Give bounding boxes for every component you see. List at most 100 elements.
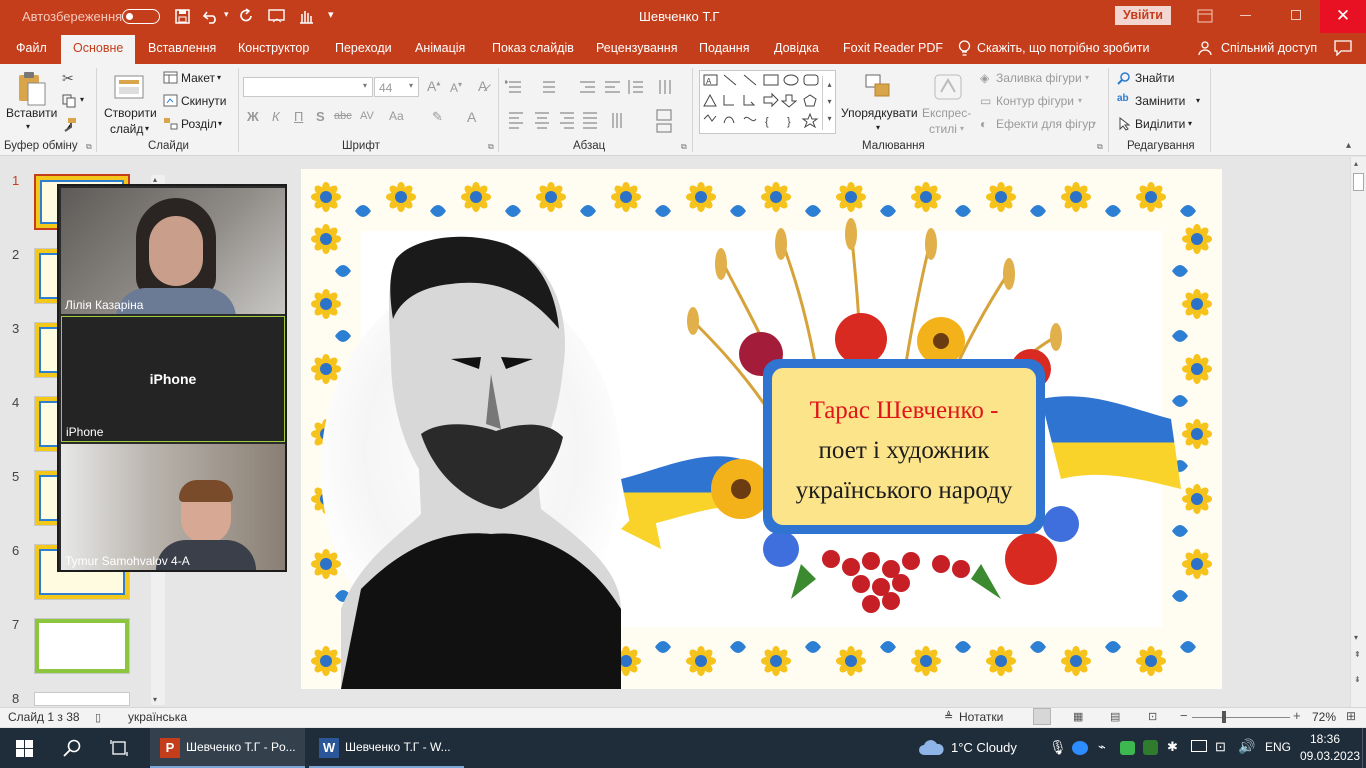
paste-label[interactable]: Вставити: [6, 106, 57, 120]
change-case-button[interactable]: Aa: [389, 109, 404, 123]
scroll-down-icon[interactable]: ▾: [1354, 633, 1358, 642]
clock-date[interactable]: 09.03.2023: [1300, 749, 1360, 763]
cut-icon[interactable]: ✂: [62, 70, 74, 87]
taskbar-app-powerpoint[interactable]: P Шевченко Т.Г - Po...: [150, 728, 305, 768]
task-view-icon[interactable]: [110, 739, 128, 757]
zoom-app-icon[interactable]: [1072, 741, 1088, 755]
save-icon[interactable]: [175, 9, 190, 24]
text-shadow-button[interactable]: S: [316, 109, 325, 124]
replace-dropdown-icon[interactable]: ▾: [1196, 96, 1200, 105]
shape-effects-dropdown-icon[interactable]: ▾: [1092, 119, 1096, 128]
normal-view-button[interactable]: [1033, 708, 1051, 725]
slideshow-button[interactable]: ⊡: [1148, 710, 1157, 723]
tab-help[interactable]: Довідка: [774, 41, 819, 55]
shape-outline-dropdown-icon[interactable]: ▾: [1078, 96, 1082, 105]
layout-button[interactable]: Макет: [181, 71, 215, 85]
quick-styles-label[interactable]: Експрес-: [922, 106, 971, 120]
new-slide-icon[interactable]: [113, 70, 145, 102]
select-button[interactable]: Виділити: [1135, 117, 1185, 131]
tab-file[interactable]: Файл: [16, 41, 47, 55]
shape-effects-button[interactable]: Ефекти для фігур: [996, 117, 1095, 131]
minimize-button[interactable]: [1240, 15, 1251, 16]
weather-cloud-icon[interactable]: [918, 739, 944, 757]
volume-icon[interactable]: 🔊: [1238, 738, 1255, 755]
arrange-icon[interactable]: [863, 72, 895, 102]
video-tile[interactable]: Лілія Казаріна: [61, 188, 285, 314]
arrange-label[interactable]: Упорядкувати: [841, 106, 918, 120]
arrange-dropdown-icon[interactable]: ▾: [876, 123, 880, 132]
paragraph-controls[interactable]: [505, 78, 685, 138]
new-slide-dropdown-icon[interactable]: ▾: [145, 124, 149, 133]
font-color-icon[interactable]: A: [467, 109, 476, 125]
new-slide-label[interactable]: Створити: [104, 106, 157, 120]
next-slide-icon[interactable]: ⇟: [1354, 675, 1361, 684]
char-spacing-button[interactable]: AV: [360, 110, 374, 122]
tell-me-search[interactable]: Скажіть, що потрібно зробити: [977, 41, 1150, 55]
replace-button[interactable]: Замінити: [1135, 94, 1185, 108]
copy-icon[interactable]: [62, 94, 76, 108]
scroll-down-icon[interactable]: ▾: [153, 695, 157, 704]
shapes-gallery-scroll[interactable]: ▴ ▾ ▾: [822, 76, 836, 130]
network-icon[interactable]: ⊡: [1215, 739, 1226, 755]
tab-slideshow[interactable]: Показ слайдів: [492, 41, 574, 55]
zoom-slider-thumb[interactable]: [1222, 711, 1226, 723]
tab-insert[interactable]: Вставлення: [148, 41, 216, 55]
grow-font-icon[interactable]: A▴: [427, 78, 440, 94]
find-button[interactable]: Знайти: [1135, 71, 1174, 85]
redo-icon[interactable]: [238, 8, 254, 24]
layout-dropdown-icon[interactable]: ▾: [217, 73, 221, 82]
clear-formatting-icon[interactable]: A̷: [478, 78, 487, 94]
drawing-launcher-icon[interactable]: ⧉: [1097, 142, 1103, 152]
font-size-input[interactable]: 44 ▾: [374, 77, 419, 97]
highlight-icon[interactable]: ✎: [432, 109, 443, 125]
signin-button[interactable]: Увійти: [1115, 6, 1171, 25]
taskbar-app-word[interactable]: W Шевченко Т.Г - W...: [309, 728, 464, 768]
copy-dropdown-icon[interactable]: ▾: [80, 95, 84, 104]
slide-canvas[interactable]: Тарас Шевченко - поет і художник українс…: [301, 169, 1222, 689]
microphone-icon[interactable]: 🎙: [1049, 739, 1067, 756]
zoom-out-button[interactable]: −: [1180, 708, 1188, 723]
scroll-thumb[interactable]: [1353, 173, 1364, 191]
paste-dropdown-icon[interactable]: ▾: [26, 122, 30, 131]
slide-sorter-button[interactable]: ▦: [1073, 710, 1083, 723]
clipboard-launcher-icon[interactable]: ⧉: [86, 142, 92, 152]
tab-transitions[interactable]: Переходи: [335, 41, 392, 55]
restore-button[interactable]: [1291, 10, 1301, 20]
customize-qat-icon[interactable]: ▾: [328, 8, 334, 21]
paste-icon[interactable]: [16, 70, 48, 108]
scroll-up-icon[interactable]: ▴: [1354, 159, 1358, 168]
slide-thumbnail-7[interactable]: [34, 618, 130, 674]
share-button[interactable]: Спільний доступ: [1221, 41, 1317, 55]
zoom-in-button[interactable]: +: [1293, 708, 1301, 723]
fit-to-window-icon[interactable]: ⊞: [1346, 709, 1356, 723]
shape-fill-dropdown-icon[interactable]: ▾: [1085, 73, 1089, 82]
shape-outline-button[interactable]: Контур фігури: [996, 94, 1074, 108]
display-icon[interactable]: [1191, 740, 1207, 752]
video-tile[interactable]: iPhone iPhone: [61, 316, 285, 442]
touch-mode-icon[interactable]: [297, 8, 315, 25]
zoom-slider[interactable]: [1192, 717, 1290, 718]
tab-animations[interactable]: Анімація: [415, 41, 465, 55]
slide-thumbnail-8[interactable]: [34, 692, 130, 706]
tab-view[interactable]: Подання: [699, 41, 749, 55]
security-tray-icon[interactable]: [1143, 740, 1158, 755]
weather-text[interactable]: 1°C Cloudy: [951, 740, 1017, 755]
clock-time[interactable]: 18:36: [1310, 732, 1340, 746]
undo-icon[interactable]: [203, 9, 219, 24]
show-desktop-button[interactable]: [1362, 728, 1366, 768]
input-language[interactable]: ENG: [1265, 740, 1291, 754]
undo-dropdown-icon[interactable]: ▾: [224, 9, 229, 20]
previous-slide-icon[interactable]: ⇞: [1354, 650, 1361, 659]
bluetooth-icon[interactable]: ✱: [1167, 739, 1178, 755]
reset-button[interactable]: Скинути: [181, 94, 226, 108]
font-size-dropdown-icon[interactable]: ▾: [409, 81, 413, 90]
shapes-gallery[interactable]: A {}: [699, 70, 836, 134]
close-button[interactable]: ✕: [1320, 0, 1366, 33]
comments-icon[interactable]: [1334, 40, 1352, 56]
ribbon-display-options-icon[interactable]: [1197, 9, 1213, 23]
underline-button[interactable]: П: [294, 109, 303, 124]
section-dropdown-icon[interactable]: ▾: [218, 119, 222, 128]
paragraph-launcher-icon[interactable]: ⧉: [681, 142, 687, 152]
new-slide-label-2[interactable]: слайд: [110, 122, 143, 136]
font-launcher-icon[interactable]: ⧉: [488, 142, 494, 152]
